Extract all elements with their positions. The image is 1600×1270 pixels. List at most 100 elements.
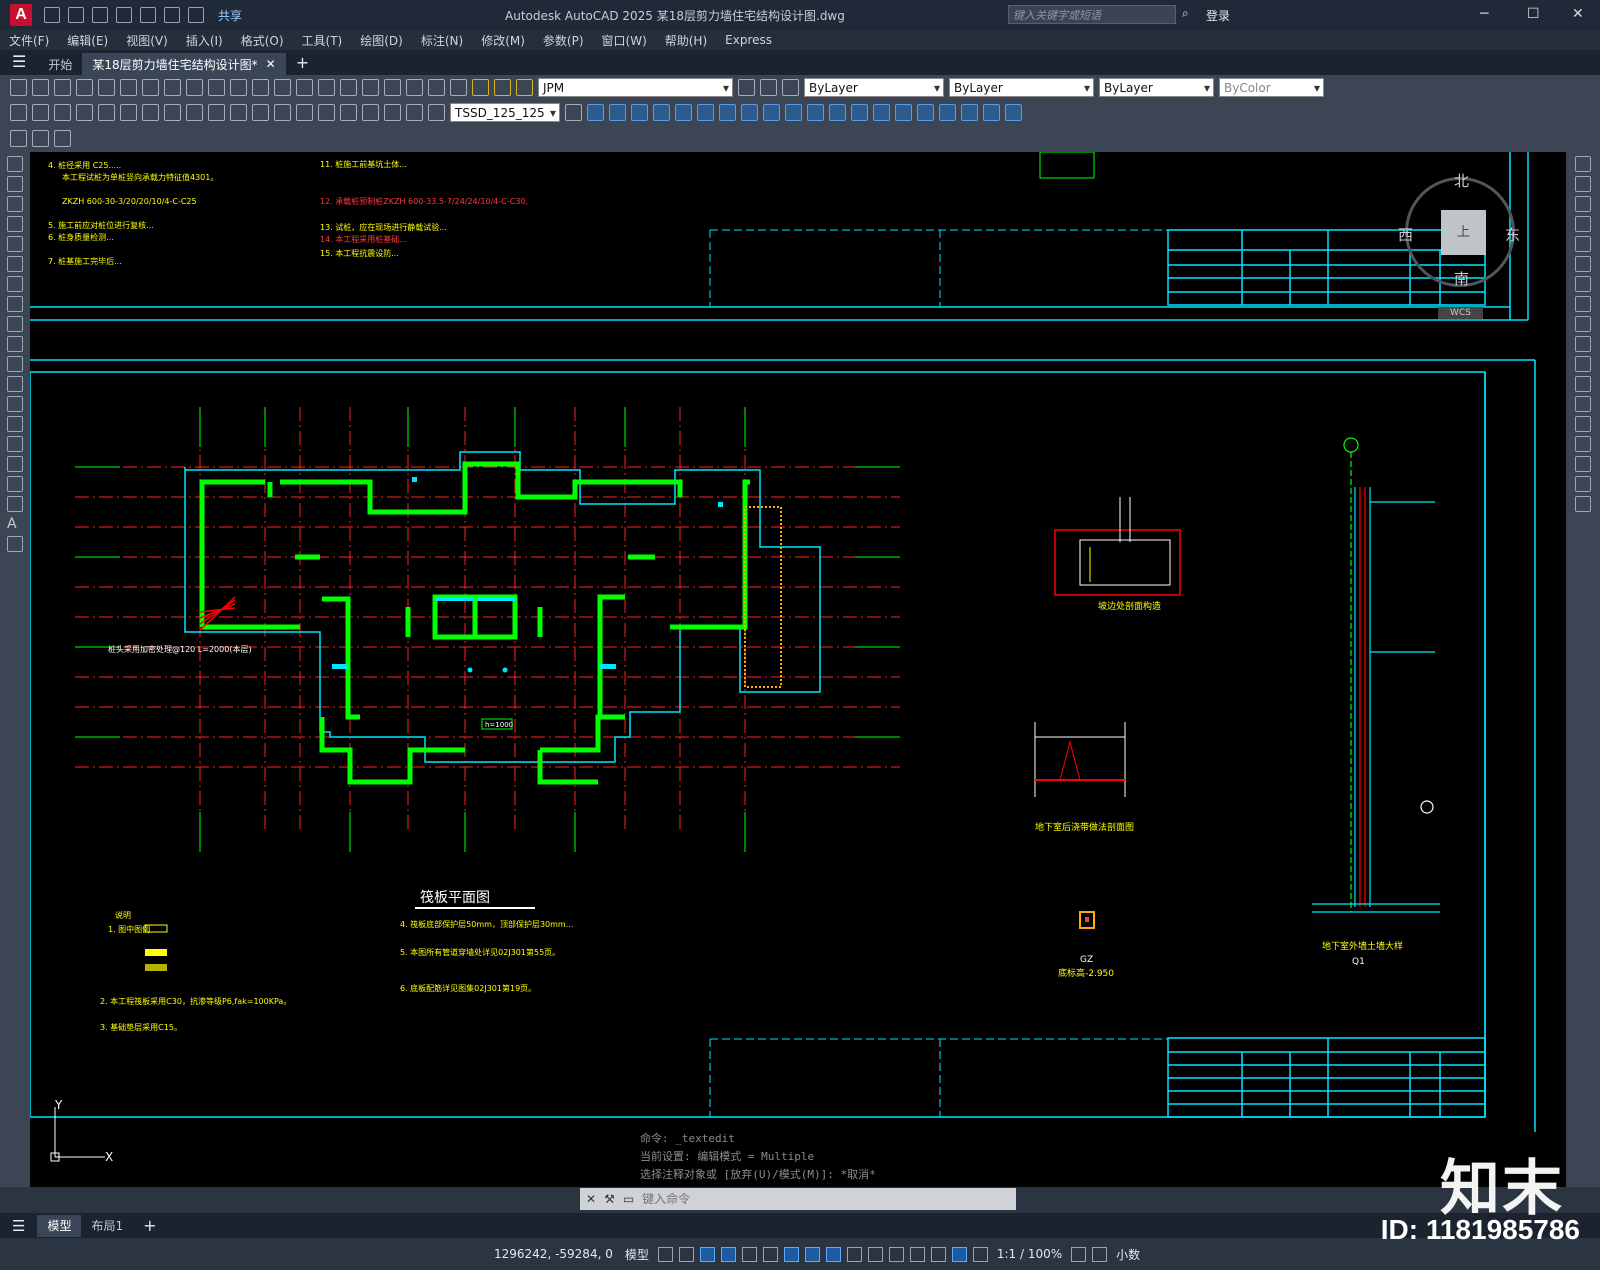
mirror-icon[interactable] <box>1575 196 1591 212</box>
menu-window[interactable]: 窗口(W) <box>593 32 656 49</box>
point-icon[interactable] <box>7 416 23 432</box>
construction-line-icon[interactable] <box>7 176 23 192</box>
tab-start[interactable]: 开始 <box>38 53 82 75</box>
layer-properties-icon[interactable] <box>450 79 467 96</box>
search-input[interactable]: 键入关键字或短语 <box>1008 5 1176 24</box>
scale-icon[interactable] <box>1575 296 1591 312</box>
explode-icon[interactable] <box>1575 496 1591 512</box>
selection-cycling-icon[interactable] <box>846 1246 862 1262</box>
view-front-icon[interactable] <box>631 104 648 121</box>
color-select[interactable]: ByLayer <box>804 78 944 98</box>
wrench-icon[interactable]: ⚒ <box>604 1192 615 1206</box>
3d-osnap-icon[interactable] <box>867 1246 883 1262</box>
lightbulb-icon[interactable] <box>472 79 489 96</box>
continue-icon[interactable] <box>230 104 247 121</box>
ortho-icon[interactable] <box>699 1246 715 1262</box>
dynamic-ucs-icon[interactable] <box>888 1246 904 1262</box>
sheet-set-icon[interactable] <box>54 130 71 147</box>
view-top-icon[interactable] <box>609 104 626 121</box>
autocad-logo-icon[interactable]: A <box>10 4 32 26</box>
zoom-previous-icon[interactable] <box>318 79 335 96</box>
sun-icon[interactable] <box>494 79 511 96</box>
linetype-select[interactable]: ByLayer <box>949 78 1094 98</box>
plot-icon[interactable] <box>76 79 93 96</box>
selection-filter-icon[interactable] <box>909 1246 925 1262</box>
break-point-icon[interactable] <box>1575 376 1591 392</box>
make-block-icon[interactable] <box>7 396 23 412</box>
jogged-linear-icon[interactable] <box>362 104 379 121</box>
baseline-icon[interactable] <box>208 104 225 121</box>
tab-document[interactable]: 某18层剪力墙住宅结构设计图* ✕ <box>82 53 286 75</box>
plot-setup-icon[interactable] <box>10 130 27 147</box>
help-icon[interactable] <box>428 79 445 96</box>
arc-length-icon[interactable] <box>54 104 71 121</box>
arc-icon[interactable] <box>7 256 23 272</box>
ellipse-icon[interactable] <box>7 336 23 352</box>
ucs-view-icon[interactable] <box>983 104 1000 121</box>
calculator-icon[interactable] <box>406 79 423 96</box>
viewcube[interactable]: 北 南 西 东 上 <box>1398 172 1520 289</box>
wcs-button[interactable]: WCS <box>1438 307 1483 319</box>
extend-icon[interactable] <box>1575 356 1591 372</box>
copy-icon[interactable] <box>142 79 159 96</box>
gradient-icon[interactable] <box>7 456 23 472</box>
login-button[interactable]: 登录 <box>1206 7 1230 24</box>
dim-break-icon[interactable] <box>274 104 291 121</box>
jogged-icon[interactable] <box>120 104 137 121</box>
annotation-visibility-icon[interactable] <box>951 1246 967 1262</box>
move-icon[interactable] <box>1575 256 1591 272</box>
view-3d-icon[interactable] <box>587 104 604 121</box>
open-file-icon[interactable] <box>68 7 84 23</box>
viewcube-south[interactable]: 南 <box>1454 268 1469 289</box>
dim-update-icon[interactable] <box>428 104 445 121</box>
ucs-object-icon[interactable] <box>939 104 956 121</box>
menu-insert[interactable]: 插入(I) <box>177 32 232 49</box>
dim-style-icon[interactable] <box>565 104 582 121</box>
publish-icon[interactable] <box>32 130 49 147</box>
spline-icon[interactable] <box>7 316 23 332</box>
rotate-icon[interactable] <box>1575 276 1591 292</box>
search-icon[interactable]: ⌕ <box>1182 6 1189 21</box>
preview-icon[interactable] <box>98 79 115 96</box>
gizmo-icon[interactable] <box>930 1246 946 1262</box>
hatch-icon[interactable] <box>7 436 23 452</box>
command-prompt-icon[interactable]: ▭ <box>623 1192 634 1206</box>
shade-icon[interactable] <box>807 104 824 121</box>
menu-express[interactable]: Express <box>716 33 781 47</box>
new-icon[interactable] <box>10 79 27 96</box>
lock-icon[interactable] <box>516 79 533 96</box>
polyline-icon[interactable] <box>7 196 23 212</box>
array-icon[interactable] <box>1575 236 1591 252</box>
lineweight-icon[interactable] <box>804 1246 820 1262</box>
layer-previous-icon[interactable] <box>760 79 777 96</box>
hamburger-icon[interactable]: ☰ <box>0 52 38 75</box>
plotstyle-select[interactable]: ByColor <box>1219 78 1324 98</box>
grid-icon[interactable] <box>657 1246 673 1262</box>
ucs-icon[interactable] <box>895 104 912 121</box>
layer-states-icon[interactable] <box>782 79 799 96</box>
view-back-icon[interactable] <box>697 104 714 121</box>
tool-palettes-icon[interactable] <box>384 79 401 96</box>
view-se-icon[interactable] <box>741 104 758 121</box>
zoom-window-icon[interactable] <box>296 79 313 96</box>
object-snap-icon[interactable] <box>783 1246 799 1262</box>
inspection-icon[interactable] <box>340 104 357 121</box>
workspace-gear-icon[interactable] <box>1071 1246 1087 1262</box>
close-icon[interactable]: ✕ <box>1572 6 1584 22</box>
ucs-origin-icon[interactable] <box>1005 104 1022 121</box>
break-icon[interactable] <box>1575 396 1591 412</box>
view-ne-icon[interactable] <box>763 104 780 121</box>
isodraft-icon[interactable] <box>741 1246 757 1262</box>
undo-icon[interactable] <box>208 79 225 96</box>
layer-select[interactable]: JPM <box>538 78 733 98</box>
camera-icon[interactable] <box>873 104 890 121</box>
view-left-icon[interactable] <box>653 104 670 121</box>
menu-draw[interactable]: 绘图(D) <box>351 32 412 49</box>
polar-icon[interactable] <box>720 1246 736 1262</box>
aligned-dim-icon[interactable] <box>32 104 49 121</box>
dim-edit-icon[interactable] <box>384 104 401 121</box>
linear-dim-icon[interactable] <box>10 104 27 121</box>
redo-icon[interactable] <box>230 79 247 96</box>
stretch-icon[interactable] <box>1575 316 1591 332</box>
undo-icon[interactable] <box>164 7 180 23</box>
